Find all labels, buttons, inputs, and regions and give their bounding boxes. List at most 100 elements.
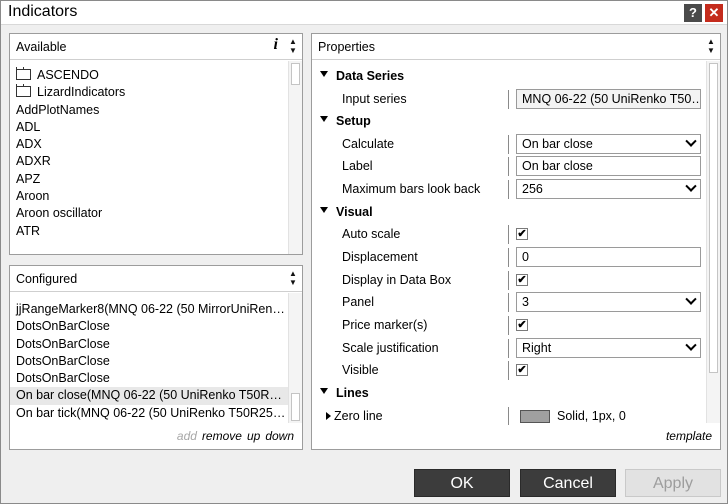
column-divider[interactable] bbox=[508, 89, 509, 109]
label-input[interactable]: On bar close bbox=[516, 156, 701, 177]
list-item[interactable]: AddPlotNames bbox=[10, 102, 288, 119]
property-label: Zero line bbox=[334, 408, 383, 423]
properties-panel: Properties ▲ ▼ Data Series Input series M… bbox=[311, 33, 721, 450]
list-item[interactable]: jjRangeMarker8(MNQ 06-22 (50 MirrorUniRe… bbox=[10, 301, 288, 318]
category-lines[interactable]: Lines bbox=[312, 382, 706, 405]
category-visual[interactable]: Visual bbox=[312, 201, 706, 224]
max-bars-dropdown[interactable]: 256 bbox=[516, 179, 701, 200]
up-link[interactable]: up bbox=[247, 429, 260, 443]
down-link[interactable]: down bbox=[265, 429, 294, 443]
column-divider[interactable] bbox=[508, 180, 509, 200]
property-visible: Visible ✔ bbox=[312, 359, 706, 382]
ok-button[interactable]: OK bbox=[414, 469, 510, 497]
property-label: Maximum bars look back bbox=[342, 182, 481, 197]
property-label: Visible bbox=[342, 363, 379, 378]
cancel-button[interactable]: Cancel bbox=[520, 469, 616, 497]
property-label-field: Label On bar close bbox=[312, 155, 706, 178]
scrollbar-thumb[interactable] bbox=[709, 63, 718, 373]
column-divider[interactable] bbox=[508, 361, 509, 381]
list-item[interactable]: APZ bbox=[10, 171, 288, 188]
expand-arrow-icon[interactable] bbox=[320, 388, 328, 395]
scrollbar-thumb[interactable] bbox=[291, 63, 300, 85]
template-link[interactable]: template bbox=[666, 429, 712, 443]
sort-arrows-icon[interactable]: ▲ ▼ bbox=[288, 269, 298, 287]
input-series-field[interactable]: MNQ 06-22 (50 UniRenko T50… bbox=[516, 88, 701, 109]
column-divider[interactable] bbox=[508, 157, 509, 177]
column-divider[interactable] bbox=[508, 270, 509, 290]
property-label: Scale justification bbox=[342, 340, 439, 355]
configured-scrollbar[interactable] bbox=[288, 293, 302, 423]
close-button[interactable]: ✕ bbox=[705, 4, 723, 22]
visible-checkbox[interactable]: ✔ bbox=[516, 364, 528, 377]
help-button[interactable]: ? bbox=[684, 4, 702, 22]
expand-arrow-icon[interactable] bbox=[320, 206, 328, 213]
category-label: Visual bbox=[336, 204, 373, 219]
expand-arrow-icon[interactable] bbox=[320, 71, 328, 77]
list-item[interactable]: ATR bbox=[10, 223, 288, 240]
column-divider[interactable] bbox=[508, 134, 509, 154]
available-scrollbar[interactable] bbox=[288, 61, 302, 254]
price-marker-checkbox[interactable]: ✔ bbox=[516, 319, 528, 331]
remove-link[interactable]: remove bbox=[202, 429, 242, 443]
list-item[interactable]: ADX bbox=[10, 136, 288, 153]
property-label: Auto scale bbox=[342, 227, 401, 242]
calculate-dropdown[interactable]: On bar close bbox=[516, 133, 701, 154]
property-input-series: Input series MNQ 06-22 (50 UniRenko T50… bbox=[312, 88, 706, 111]
property-calculate: Calculate On bar close bbox=[312, 133, 706, 156]
chevron-down-icon bbox=[685, 135, 697, 147]
chevron-down-icon bbox=[685, 180, 697, 192]
column-divider[interactable] bbox=[508, 316, 509, 335]
add-link[interactable]: add bbox=[177, 429, 197, 443]
column-divider[interactable] bbox=[508, 338, 509, 358]
list-item[interactable]: ADXR bbox=[10, 153, 288, 170]
column-divider[interactable] bbox=[508, 293, 509, 313]
apply-button[interactable]: Apply bbox=[625, 469, 721, 497]
panel-dropdown[interactable]: 3 bbox=[516, 292, 701, 313]
display-in-data-box-checkbox[interactable]: ✔ bbox=[516, 273, 528, 286]
displacement-input[interactable]: 0 bbox=[516, 246, 701, 267]
category-label: Setup bbox=[336, 114, 371, 129]
list-item[interactable]: On bar tick(MNQ 06-22 (50 UniRenko T50R2… bbox=[10, 405, 288, 422]
category-setup[interactable]: Setup bbox=[312, 110, 706, 133]
property-display-in-data-box: Display in Data Box ✔ bbox=[312, 269, 706, 292]
list-item-label: LizardIndicators bbox=[37, 85, 126, 100]
list-item[interactable]: DotsOnBarClose bbox=[10, 336, 288, 353]
property-auto-scale: Auto scale ✔ bbox=[312, 223, 706, 246]
collapsed-arrow-icon[interactable] bbox=[326, 411, 331, 420]
sort-arrows-icon[interactable]: ▲ ▼ bbox=[706, 37, 716, 55]
folder-icon bbox=[16, 67, 31, 80]
sort-arrows-icon[interactable]: ▲ ▼ bbox=[288, 37, 298, 55]
list-item[interactable]: DotsOnBarClose bbox=[10, 370, 288, 387]
available-header: Available i ▲ ▼ bbox=[10, 34, 302, 60]
list-item[interactable]: ADL bbox=[10, 119, 288, 136]
column-divider[interactable] bbox=[508, 406, 509, 425]
info-icon[interactable]: i bbox=[274, 36, 278, 54]
list-item-folder[interactable]: ASCENDO bbox=[10, 67, 288, 84]
scrollbar-thumb[interactable] bbox=[291, 393, 300, 421]
expand-arrow-icon[interactable] bbox=[320, 116, 328, 123]
property-label: Price marker(s) bbox=[342, 318, 428, 332]
dropdown-value: Right bbox=[522, 340, 552, 355]
list-item[interactable]: Aroon bbox=[10, 188, 288, 205]
line-color-swatch[interactable] bbox=[520, 409, 550, 423]
zero-line-value: Solid, 1px, 0 bbox=[557, 408, 626, 423]
column-divider[interactable] bbox=[508, 225, 509, 245]
scale-justification-dropdown[interactable]: Right bbox=[516, 337, 701, 358]
list-item[interactable]: DotsOnBarClose bbox=[10, 318, 288, 335]
chevron-down-icon bbox=[685, 339, 697, 351]
properties-scrollbar[interactable] bbox=[706, 61, 720, 423]
list-item[interactable]: Aroon oscillator bbox=[10, 205, 288, 222]
available-panel: Available i ▲ ▼ ASCENDO LizardIndicators … bbox=[9, 33, 303, 255]
dropdown-value: 3 bbox=[522, 295, 529, 310]
dropdown-value: On bar close bbox=[522, 136, 593, 151]
list-item-selected[interactable]: On bar close(MNQ 06-22 (50 UniRenko T50R… bbox=[10, 387, 288, 405]
list-item[interactable]: DotsOnBarClose bbox=[10, 353, 288, 370]
category-data-series[interactable]: Data Series bbox=[312, 65, 706, 88]
column-divider[interactable] bbox=[508, 247, 509, 267]
property-label: Display in Data Box bbox=[342, 272, 452, 287]
configured-list: jjRangeMarker8(MNQ 06-22 (50 MirrorUniRe… bbox=[10, 301, 288, 422]
category-label: Lines bbox=[336, 386, 369, 401]
dropdown-value: 256 bbox=[522, 182, 543, 197]
auto-scale-checkbox[interactable]: ✔ bbox=[516, 228, 528, 241]
list-item-folder[interactable]: LizardIndicators bbox=[10, 84, 288, 101]
